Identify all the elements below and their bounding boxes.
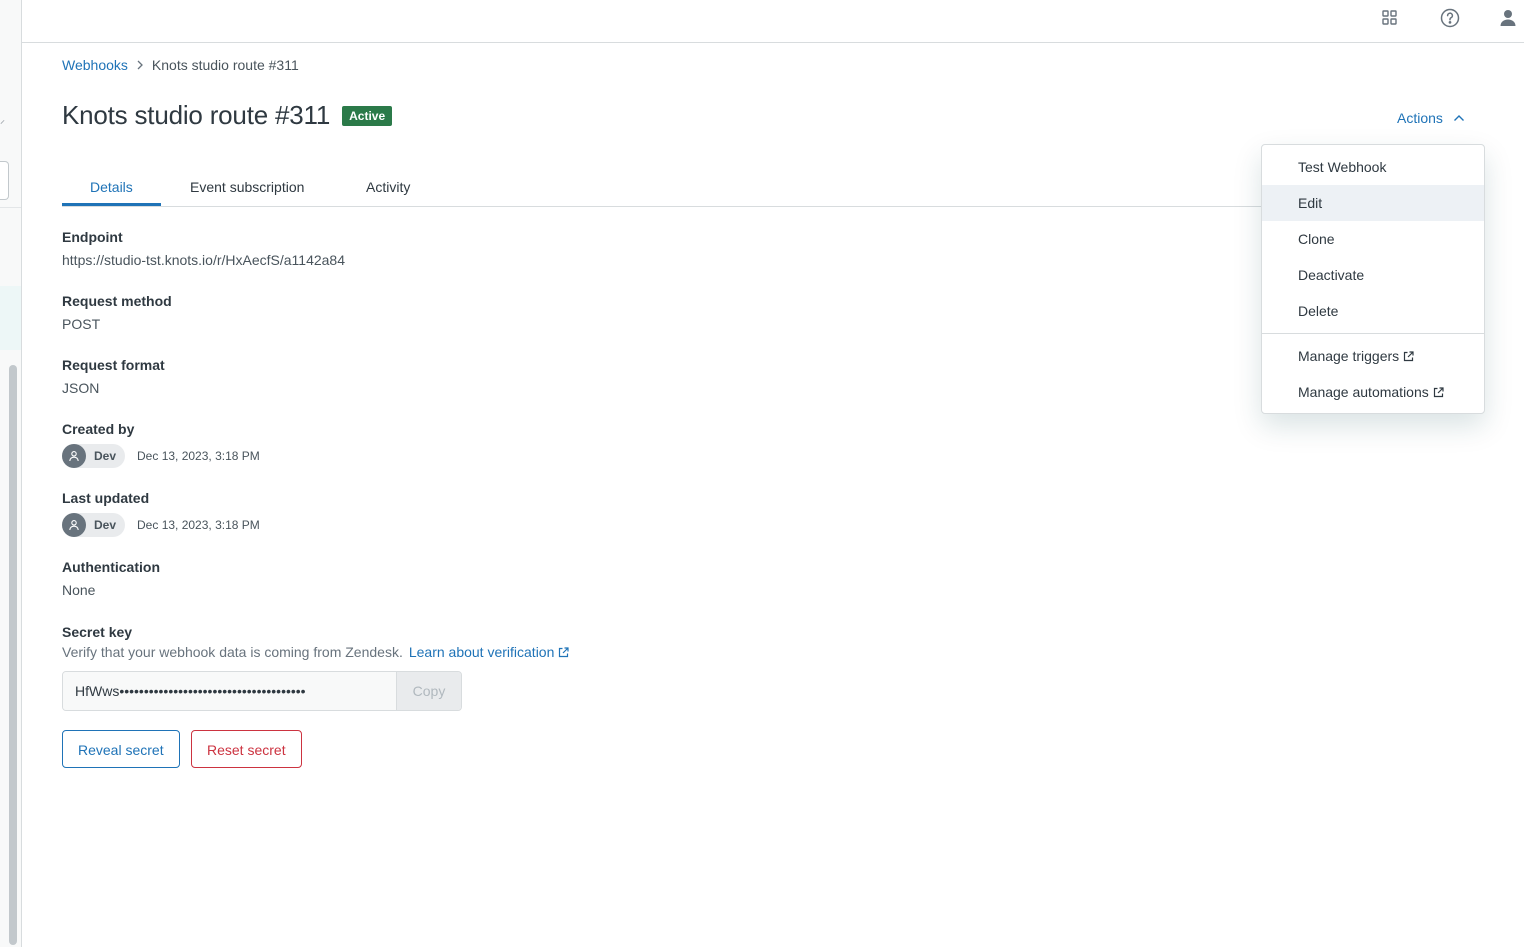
chevron-up-icon xyxy=(1453,114,1465,122)
menu-item-deactivate[interactable]: Deactivate xyxy=(1262,257,1484,293)
help-icon[interactable] xyxy=(1440,8,1460,28)
endpoint-label: Endpoint xyxy=(62,229,123,245)
copy-button[interactable]: Copy xyxy=(397,672,461,710)
menu-item-test-webhook[interactable]: Test Webhook xyxy=(1262,149,1484,185)
chevron-right-icon xyxy=(136,60,144,70)
request-method-value: POST xyxy=(62,316,101,332)
sidebar-divider xyxy=(0,207,21,208)
manage-automations-label: Manage automations xyxy=(1298,384,1429,400)
authentication-value: None xyxy=(62,582,96,598)
avatar xyxy=(62,444,86,468)
top-header xyxy=(22,0,1524,43)
external-link-icon xyxy=(1403,339,1414,375)
sidebar-search-input[interactable] xyxy=(0,161,9,200)
sidebar-scrollbar[interactable] xyxy=(9,365,17,945)
tab-event-subscription[interactable]: Event subscription xyxy=(162,168,332,204)
created-date: Dec 13, 2023, 3:18 PM xyxy=(137,449,260,463)
tab-activity[interactable]: Activity xyxy=(338,168,438,204)
authentication-label: Authentication xyxy=(62,559,160,575)
request-format-value: JSON xyxy=(62,380,100,396)
secret-key-hint-text: Verify that your webhook data is coming … xyxy=(62,644,403,660)
authentication-field: Authentication None xyxy=(62,559,160,598)
created-by-field: Created by Dev Dec 13, 2023, 3:18 PM xyxy=(62,421,260,468)
menu-item-manage-triggers[interactable]: Manage triggers xyxy=(1262,338,1484,374)
secret-key-label: Secret key xyxy=(62,624,133,640)
created-by-user: Dev xyxy=(94,449,117,463)
page-title: Knots studio route #311 xyxy=(62,100,331,130)
menu-divider xyxy=(1262,333,1484,334)
last-updated-field: Last updated Dev Dec 13, 2023, 3:18 PM xyxy=(62,490,260,537)
manage-triggers-label: Manage triggers xyxy=(1298,348,1400,364)
left-sidebar: ⸝ xyxy=(0,0,22,947)
external-link-icon xyxy=(558,645,569,661)
breadcrumb-current: Knots studio route #311 xyxy=(151,57,299,73)
secret-key-input-group: HfWws•••••••••••••••••••••••••••••••••••… xyxy=(62,671,462,711)
reveal-secret-button[interactable]: Reveal secret xyxy=(62,730,180,768)
menu-item-manage-automations[interactable]: Manage automations xyxy=(1262,374,1484,410)
user-chip: Dev xyxy=(62,513,126,537)
created-by-label: Created by xyxy=(62,421,135,437)
external-link-icon xyxy=(1433,375,1444,411)
status-badge: Active xyxy=(342,105,393,126)
breadcrumb: Webhooks Knots studio route #311 xyxy=(62,56,299,74)
request-format-field: Request format JSON xyxy=(62,357,165,396)
last-updated-label: Last updated xyxy=(62,490,150,506)
menu-item-edit[interactable]: Edit xyxy=(1262,185,1484,221)
sidebar-selected-item[interactable] xyxy=(0,286,21,350)
apps-icon[interactable] xyxy=(1380,8,1400,28)
actions-label: Actions xyxy=(1397,110,1443,126)
user-icon[interactable] xyxy=(1498,8,1518,28)
request-format-label: Request format xyxy=(62,357,165,373)
breadcrumb-webhooks-link[interactable]: Webhooks xyxy=(62,57,128,73)
last-updated-date: Dec 13, 2023, 3:18 PM xyxy=(137,518,260,532)
menu-item-delete[interactable]: Delete xyxy=(1262,293,1484,329)
learn-verification-link[interactable]: Learn about verification xyxy=(409,644,570,660)
avatar xyxy=(62,513,86,537)
tab-details[interactable]: Details xyxy=(62,168,161,206)
chevron-fragment-icon: ⸝ xyxy=(0,115,5,126)
learn-verification-label: Learn about verification xyxy=(408,644,555,660)
endpoint-field: Endpoint https://studio-tst.knots.io/r/H… xyxy=(62,229,345,268)
request-method-field: Request method POST xyxy=(62,293,172,332)
secret-key-input[interactable]: HfWws•••••••••••••••••••••••••••••••••••… xyxy=(63,672,397,710)
reset-secret-button[interactable]: Reset secret xyxy=(191,730,302,768)
endpoint-value: https://studio-tst.knots.io/r/HxAecfS/a1… xyxy=(62,252,346,268)
actions-button[interactable]: Actions xyxy=(1397,110,1465,126)
user-chip: Dev xyxy=(62,444,126,468)
menu-item-clone[interactable]: Clone xyxy=(1262,221,1484,257)
request-method-label: Request method xyxy=(62,293,172,309)
secret-key-field: Secret key Verify that your webhook data… xyxy=(62,624,569,661)
actions-menu: Test Webhook Edit Clone Deactivate Delet… xyxy=(1261,144,1485,414)
secret-key-hint: Verify that your webhook data is coming … xyxy=(62,644,569,661)
page-header: Knots studio route #311 Active xyxy=(62,100,393,131)
last-updated-user: Dev xyxy=(94,518,117,532)
